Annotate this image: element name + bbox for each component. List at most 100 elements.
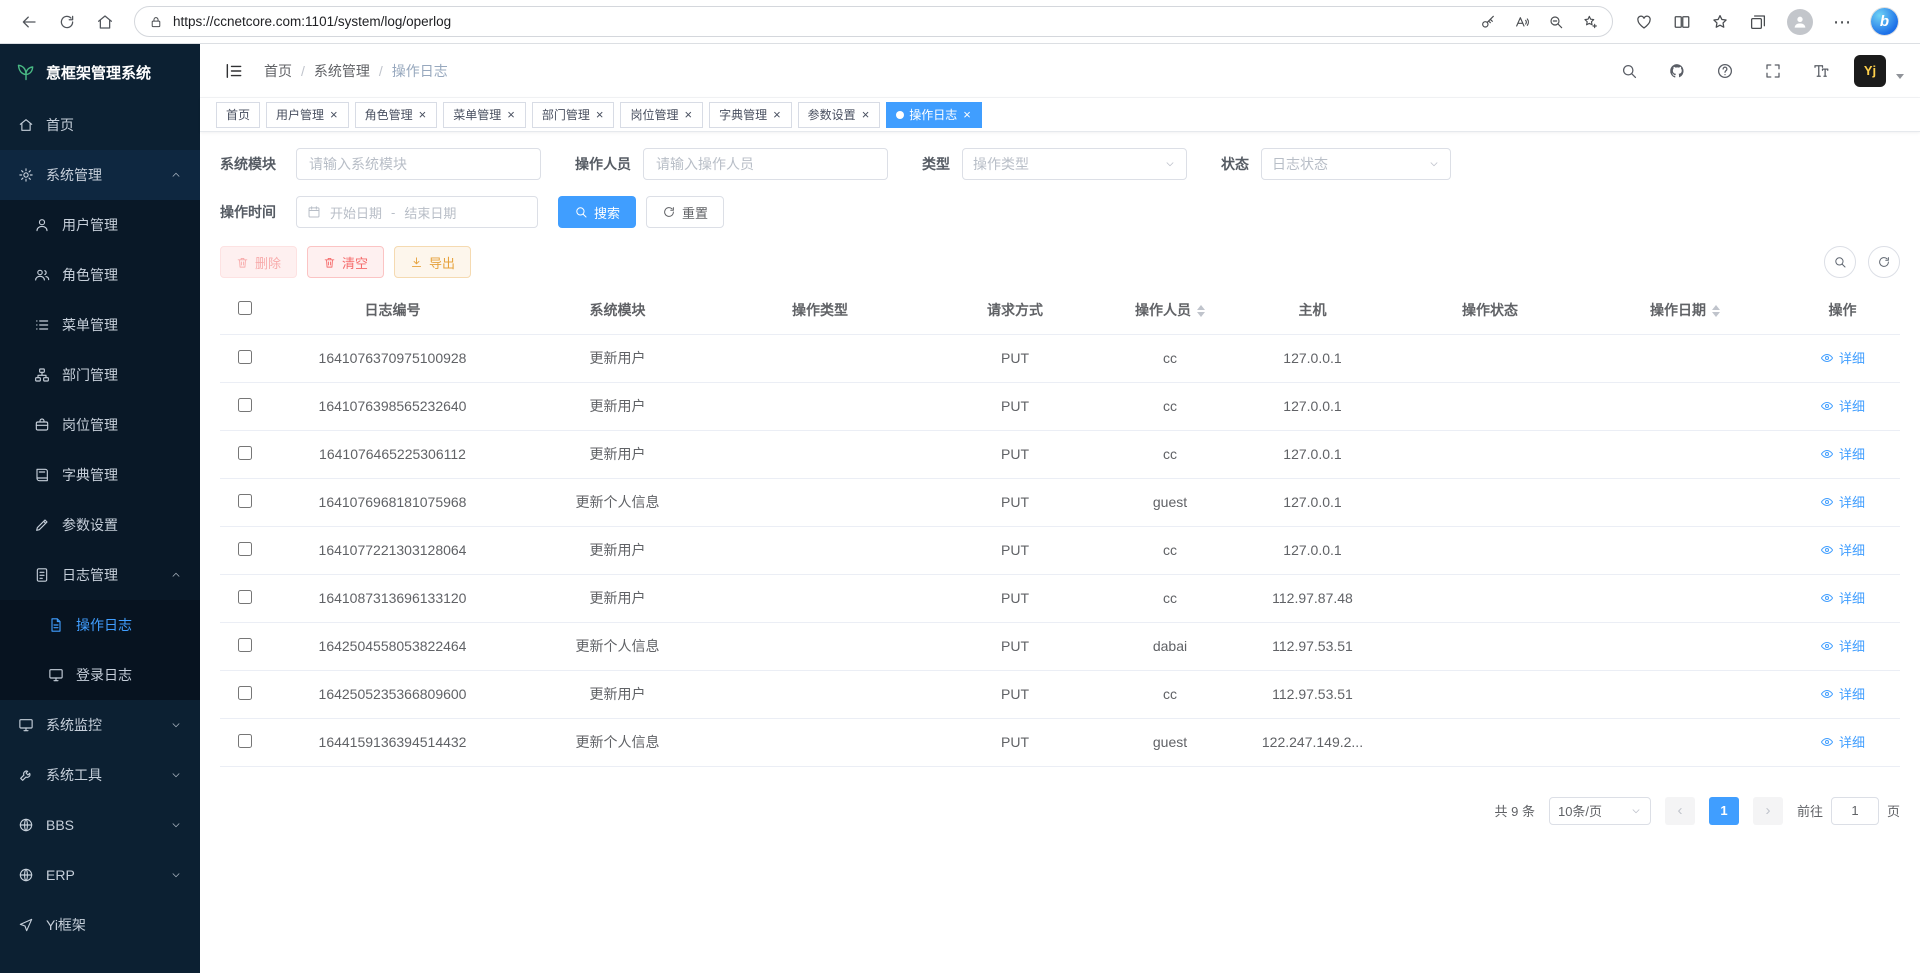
- sidebar-item-log-management[interactable]: 日志管理: [0, 550, 200, 600]
- tab-dept-management[interactable]: 部门管理×: [532, 102, 615, 128]
- col-operator[interactable]: 操作人员: [1110, 286, 1230, 334]
- browser-essentials-icon[interactable]: [1635, 13, 1653, 31]
- clear-button[interactable]: 清空: [307, 246, 384, 278]
- goto-page-input[interactable]: [1831, 797, 1879, 825]
- site-info-lock-icon[interactable]: [149, 15, 163, 29]
- sidebar-item-login-log[interactable]: 登录日志: [0, 650, 200, 700]
- tab-close-icon[interactable]: ×: [329, 108, 339, 121]
- detail-link[interactable]: 详细: [1820, 348, 1865, 367]
- date-range-picker[interactable]: 开始日期 - 结束日期: [296, 196, 538, 228]
- browser-refresh-button[interactable]: [50, 5, 84, 39]
- address-bar[interactable]: https://ccnetcore.com:1101/system/log/op…: [134, 6, 1613, 37]
- row-checkbox[interactable]: [238, 398, 252, 412]
- user-menu-caret-icon[interactable]: [1896, 74, 1904, 79]
- tab-close-icon[interactable]: ×: [595, 108, 605, 121]
- sidebar-item-dept-management[interactable]: 部门管理: [0, 350, 200, 400]
- header-search-button[interactable]: [1614, 56, 1644, 86]
- tab-post-management[interactable]: 岗位管理×: [620, 102, 703, 128]
- browser-back-button[interactable]: [12, 5, 46, 39]
- collections-icon[interactable]: [1749, 13, 1767, 31]
- detail-link[interactable]: 详细: [1820, 492, 1865, 511]
- row-checkbox[interactable]: [238, 542, 252, 556]
- tab-param-settings[interactable]: 参数设置×: [798, 102, 881, 128]
- password-key-icon[interactable]: [1480, 14, 1496, 30]
- tab-dict-management[interactable]: 字典管理×: [709, 102, 792, 128]
- tab-home[interactable]: 首页: [216, 102, 260, 128]
- zoom-out-icon[interactable]: [1548, 14, 1564, 30]
- sidebar-item-system-tools[interactable]: 系统工具: [0, 750, 200, 800]
- sidebar-item-dict-management[interactable]: 字典管理: [0, 450, 200, 500]
- detail-link[interactable]: 详细: [1820, 396, 1865, 415]
- profile-avatar[interactable]: [1787, 9, 1813, 35]
- select-all-checkbox[interactable]: [238, 301, 252, 315]
- sidebar-item-menu-management[interactable]: 菜单管理: [0, 300, 200, 350]
- sidebar-item-param-settings[interactable]: 参数设置: [0, 500, 200, 550]
- tab-menu-management[interactable]: 菜单管理×: [443, 102, 526, 128]
- browser-home-button[interactable]: [88, 5, 122, 39]
- split-screen-icon[interactable]: [1673, 13, 1691, 31]
- detail-link[interactable]: 详细: [1820, 636, 1865, 655]
- sidebar-item-post-management[interactable]: 岗位管理: [0, 400, 200, 450]
- tab-user-management[interactable]: 用户管理×: [266, 102, 349, 128]
- type-select[interactable]: 操作类型: [962, 148, 1187, 180]
- sidebar-item-user-management[interactable]: 用户管理: [0, 200, 200, 250]
- tab-operation-log[interactable]: 操作日志×: [886, 102, 982, 128]
- help-icon[interactable]: [1710, 56, 1740, 86]
- sidebar-item-system-monitor[interactable]: 系统监控: [0, 700, 200, 750]
- row-checkbox[interactable]: [238, 734, 252, 748]
- sort-icons[interactable]: [1197, 305, 1205, 317]
- tab-close-icon[interactable]: ×: [861, 108, 871, 121]
- row-checkbox[interactable]: [238, 590, 252, 604]
- detail-link[interactable]: 详细: [1820, 540, 1865, 559]
- tab-close-icon[interactable]: ×: [683, 108, 693, 121]
- sidebar-item-system-management[interactable]: 系统管理: [0, 150, 200, 200]
- search-button[interactable]: 搜索: [558, 196, 636, 228]
- reset-button[interactable]: 重置: [646, 196, 724, 228]
- operator-input[interactable]: [643, 148, 888, 180]
- row-checkbox[interactable]: [238, 494, 252, 508]
- breadcrumb-home[interactable]: 首页: [264, 61, 292, 81]
- detail-link[interactable]: 详细: [1820, 444, 1865, 463]
- sidebar-item-home[interactable]: 首页: [0, 100, 200, 150]
- tab-close-icon[interactable]: ×: [962, 108, 972, 121]
- delete-button[interactable]: 删除: [220, 246, 297, 278]
- user-avatar[interactable]: Yj: [1854, 55, 1886, 87]
- sidebar-item-operation-log[interactable]: 操作日志: [0, 600, 200, 650]
- row-checkbox[interactable]: [238, 638, 252, 652]
- status-select[interactable]: 日志状态: [1261, 148, 1451, 180]
- fullscreen-icon[interactable]: [1758, 56, 1788, 86]
- add-favorite-icon[interactable]: [1582, 14, 1598, 30]
- detail-link[interactable]: 详细: [1820, 684, 1865, 703]
- browser-more-icon[interactable]: ⋯: [1833, 13, 1851, 31]
- sort-icons[interactable]: [1712, 305, 1720, 317]
- github-icon[interactable]: [1662, 56, 1692, 86]
- module-input[interactable]: [296, 148, 541, 180]
- refresh-table-button[interactable]: [1868, 246, 1900, 278]
- col-date[interactable]: 操作日期: [1585, 286, 1785, 334]
- tab-close-icon[interactable]: ×: [506, 108, 516, 121]
- export-button[interactable]: 导出: [394, 246, 471, 278]
- sidebar-item-role-management[interactable]: 角色管理: [0, 250, 200, 300]
- tab-close-icon[interactable]: ×: [418, 108, 428, 121]
- sidebar-item-yi-framework[interactable]: Yi框架: [0, 900, 200, 950]
- copilot-bing-icon[interactable]: b: [1871, 8, 1898, 35]
- next-page-button[interactable]: ›: [1753, 797, 1783, 825]
- collapse-sidebar-button[interactable]: [216, 53, 252, 89]
- row-checkbox[interactable]: [238, 446, 252, 460]
- font-size-icon[interactable]: [1806, 56, 1836, 86]
- row-checkbox[interactable]: [238, 686, 252, 700]
- breadcrumb-system-management[interactable]: 系统管理: [314, 61, 370, 81]
- favorites-icon[interactable]: [1711, 13, 1729, 31]
- url-text[interactable]: https://ccnetcore.com:1101/system/log/op…: [173, 14, 1470, 29]
- page-size-select[interactable]: 10条/页: [1549, 797, 1651, 825]
- toggle-search-button[interactable]: [1824, 246, 1856, 278]
- row-checkbox[interactable]: [238, 350, 252, 364]
- detail-link[interactable]: 详细: [1820, 732, 1865, 751]
- page-1-button[interactable]: 1: [1709, 797, 1739, 825]
- detail-link[interactable]: 详细: [1820, 588, 1865, 607]
- tab-role-management[interactable]: 角色管理×: [355, 102, 438, 128]
- sidebar-item-erp[interactable]: ERP: [0, 850, 200, 900]
- sidebar-item-bbs[interactable]: BBS: [0, 800, 200, 850]
- tab-close-icon[interactable]: ×: [772, 108, 782, 121]
- read-aloud-icon[interactable]: [1514, 14, 1530, 30]
